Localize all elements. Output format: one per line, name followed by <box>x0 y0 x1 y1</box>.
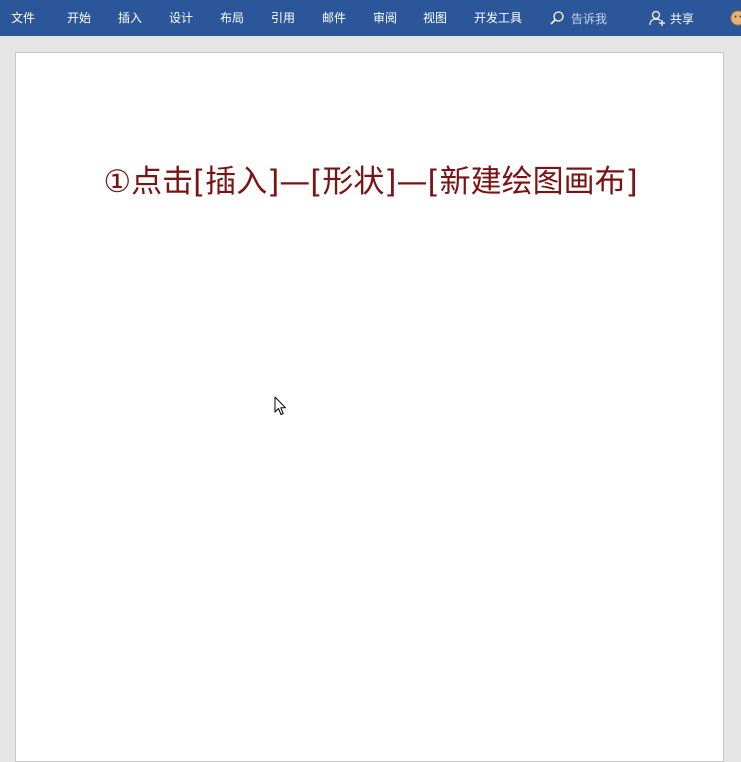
tab-references[interactable]: 引用 <box>271 0 295 36</box>
share-label: 共享 <box>670 10 694 27</box>
tab-design[interactable]: 设计 <box>169 0 193 36</box>
person-add-icon <box>649 10 666 27</box>
tell-me-search[interactable]: 告诉我 <box>549 0 607 36</box>
ribbon-tab-bar: 文件 开始 插入 设计 布局 引用 邮件 审阅 视图 开发工具 告诉我 共享 <box>0 0 741 36</box>
tab-view[interactable]: 视图 <box>423 0 447 36</box>
mouse-pointer-icon <box>274 396 288 416</box>
search-icon <box>549 10 565 26</box>
document-page[interactable]: ①点击[插入]—[形状]—[新建绘图画布] <box>15 52 724 762</box>
share-button[interactable]: 共享 <box>649 0 694 36</box>
tab-file[interactable]: 文件 <box>11 0 35 36</box>
tab-home[interactable]: 开始 <box>67 0 91 36</box>
tab-developer[interactable]: 开发工具 <box>474 0 522 36</box>
search-placeholder: 告诉我 <box>571 10 607 27</box>
tab-insert[interactable]: 插入 <box>118 0 142 36</box>
instruction-text: ①点击[插入]—[形状]—[新建绘图画布] <box>16 156 725 201</box>
smiley-icon[interactable] <box>730 10 741 26</box>
tab-mailings[interactable]: 邮件 <box>322 0 346 36</box>
tab-layout[interactable]: 布局 <box>220 0 244 36</box>
tab-review[interactable]: 审阅 <box>373 0 397 36</box>
